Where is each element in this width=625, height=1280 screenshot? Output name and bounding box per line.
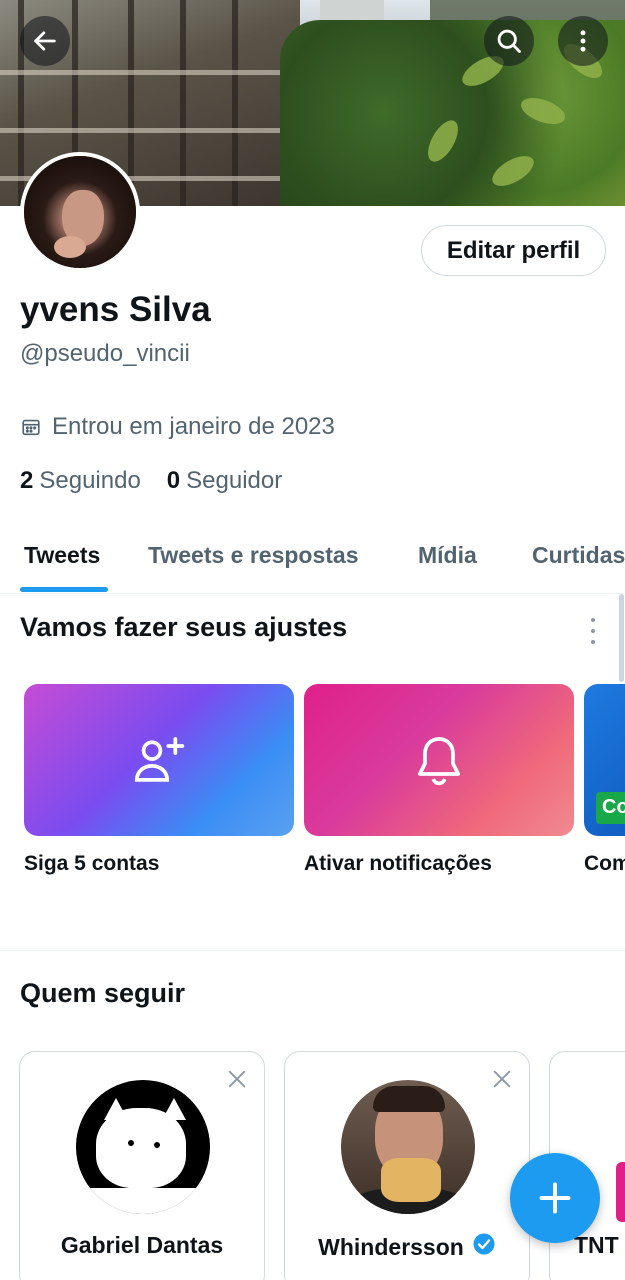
avatar[interactable] (341, 1080, 475, 1214)
close-icon[interactable] (491, 1068, 513, 1090)
profile-handle: @pseudo_vincii (20, 340, 190, 367)
setup-card-badge: Co (596, 792, 625, 824)
more-options-button[interactable] (558, 16, 608, 66)
setup-card-complete[interactable]: Co (584, 684, 625, 836)
suggestion-name[interactable]: Gabriel Dantas (20, 1232, 264, 1259)
setup-title: Vamos fazer seus ajustes (20, 612, 348, 642)
calendar-icon (22, 419, 40, 436)
section-divider (0, 950, 625, 951)
tab-indicator (20, 587, 108, 592)
tab-tweets[interactable]: Tweets (24, 542, 100, 569)
arrow-left-icon (34, 31, 56, 51)
scrollbar-thumb[interactable] (619, 594, 624, 682)
avatar-hand (54, 236, 86, 258)
close-icon[interactable] (226, 1068, 248, 1090)
edit-profile-button[interactable]: Editar perfil (421, 225, 606, 276)
compose-tweet-button[interactable] (510, 1153, 600, 1243)
joined-date: Entrou em janeiro de 2023 (20, 413, 335, 441)
setup-card-follow[interactable] (24, 684, 294, 836)
profile-tabs: Tweets Tweets e respostas Mídia Curtidas (0, 520, 625, 594)
setup-card-follow-label: Siga 5 contas (24, 852, 160, 875)
tab-tweets-replies[interactable]: Tweets e respostas (148, 542, 359, 569)
search-button[interactable] (484, 16, 534, 66)
avatar (616, 1162, 625, 1222)
setup-card-notifications-label: Ativar notificações (304, 852, 492, 875)
suggestion-name[interactable]: TNT (574, 1232, 619, 1259)
profile-name: yvens Silva (20, 290, 211, 329)
followers-label: Seguidor (186, 467, 283, 494)
suggestion-name[interactable]: Whindersson (285, 1232, 529, 1262)
avatar[interactable] (76, 1080, 210, 1214)
add-user-icon (134, 737, 185, 782)
setup-card-notifications[interactable] (304, 684, 574, 836)
bell-icon (418, 737, 460, 786)
followers-link[interactable]: 0 Seguidor (167, 467, 282, 495)
following-label: Seguindo (39, 467, 141, 494)
tab-likes[interactable]: Curtidas (532, 542, 625, 569)
followers-count: 0 (166, 467, 181, 494)
plus-icon (539, 1182, 571, 1214)
follow-stats: 2 Seguindo 0 Seguidor (20, 467, 282, 495)
joined-text: Entrou em janeiro de 2023 (52, 413, 335, 440)
verified-badge-icon (472, 1232, 496, 1262)
search-icon (497, 29, 521, 53)
profile-avatar[interactable] (20, 152, 140, 272)
suggestion-card-whindersson[interactable]: Whindersson (284, 1051, 530, 1280)
suggestion-card-gabriel[interactable]: Gabriel Dantas (19, 1051, 265, 1280)
back-button[interactable] (20, 16, 70, 66)
following-count: 2 (20, 467, 34, 494)
following-link[interactable]: 2 Seguindo (20, 467, 141, 495)
setup-more-icon[interactable] (584, 618, 602, 644)
setup-card-complete-label: Com (584, 852, 625, 875)
who-to-follow-title: Quem seguir (20, 978, 186, 1008)
tab-media[interactable]: Mídia (418, 542, 477, 569)
more-vertical-icon (580, 30, 586, 52)
